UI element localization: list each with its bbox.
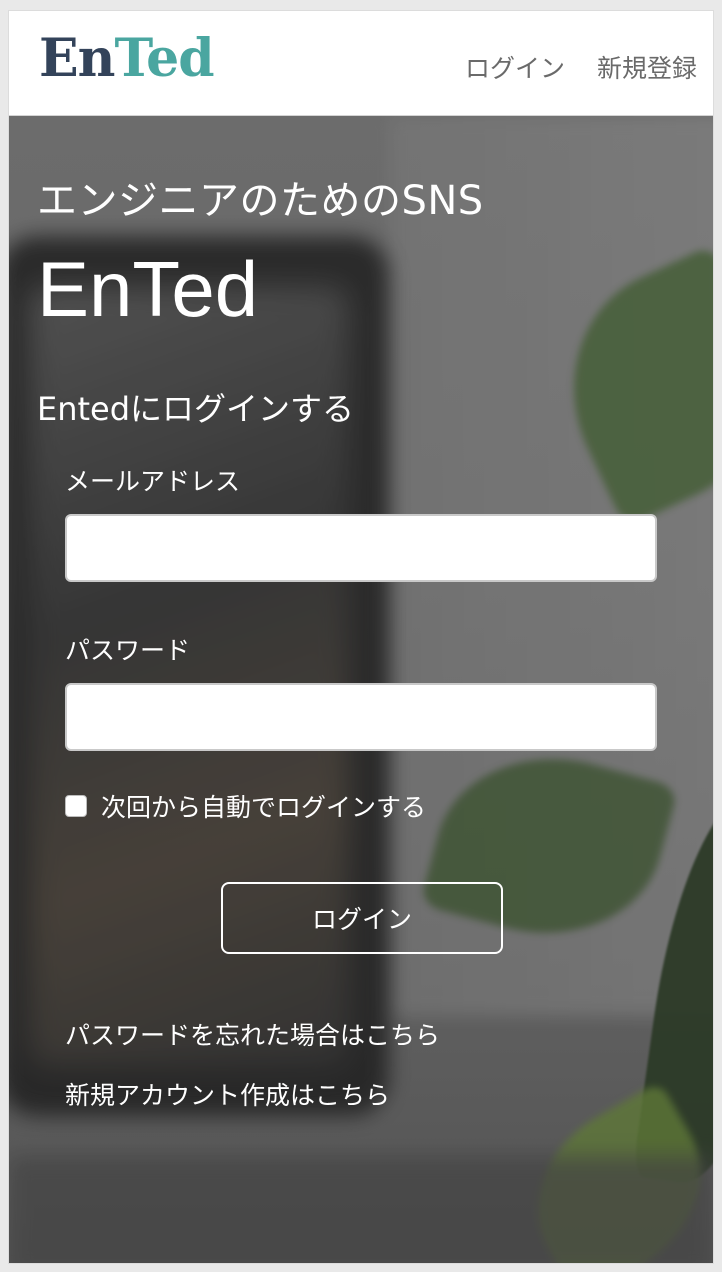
login-form-title: Entedにログインする	[37, 390, 355, 428]
tagline: エンジニアのためのSNS	[37, 178, 484, 224]
nav-login-link[interactable]: ログイン	[465, 49, 565, 85]
login-button[interactable]: ログイン	[221, 882, 503, 954]
create-account-link[interactable]: 新規アカウント作成はこちら	[65, 1076, 390, 1112]
nav-signup-link[interactable]: 新規登録	[597, 49, 697, 85]
site-logo[interactable]: EnTed	[39, 33, 215, 85]
forgot-password-link[interactable]: パスワードを忘れた場合はこちら	[65, 1016, 440, 1052]
remember-me-label: 次回から自動でログインする	[101, 793, 427, 822]
header: EnTed ログイン 新規登録	[9, 11, 713, 116]
email-label: メールアドレス	[65, 467, 241, 496]
header-nav: ログイン 新規登録	[465, 49, 697, 85]
hero-content: エンジニアのためのSNS EnTed Entedにログインする メールアドレス …	[9, 116, 713, 1263]
email-field[interactable]	[65, 514, 657, 582]
password-field[interactable]	[65, 683, 657, 751]
hero-section: エンジニアのためのSNS EnTed Entedにログインする メールアドレス …	[9, 116, 713, 1263]
brand-heading: EnTed	[37, 245, 259, 333]
app-frame: EnTed ログイン 新規登録 エンジニアのためのSNS EnTed Ented…	[8, 10, 714, 1264]
password-label: パスワード	[65, 636, 191, 665]
remember-me-checkbox[interactable]	[65, 795, 87, 817]
remember-me[interactable]: 次回から自動でログインする	[65, 788, 426, 824]
logo-part-en: En	[39, 28, 115, 89]
logo-part-ted: Ted	[114, 28, 214, 89]
